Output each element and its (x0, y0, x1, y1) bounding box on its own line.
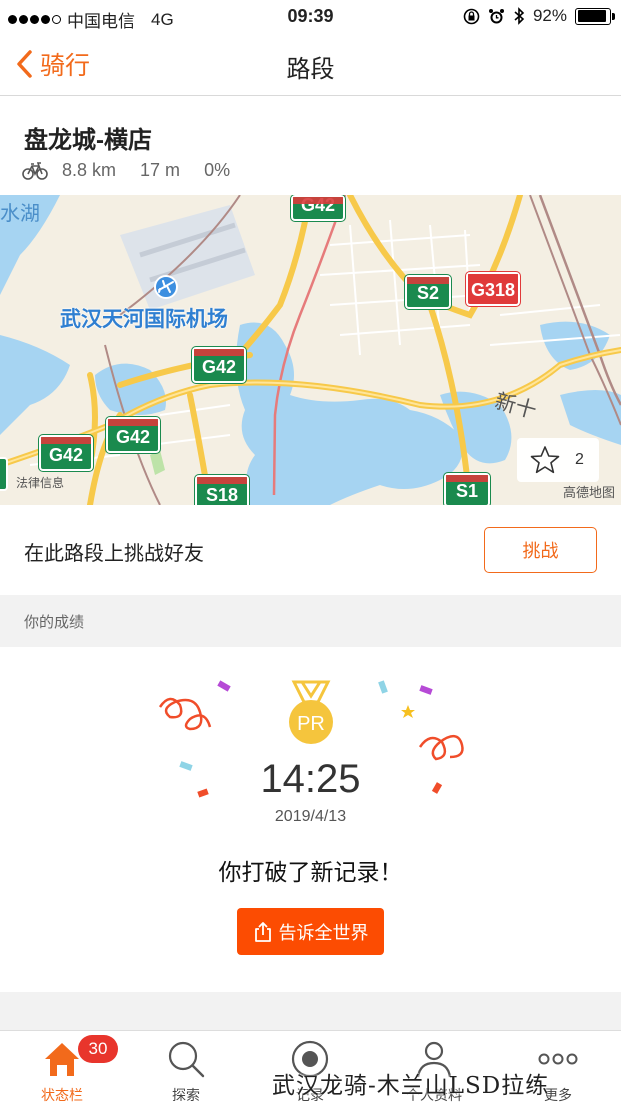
bicycle-icon (22, 161, 48, 180)
challenge-text: 在此路段上挑战好友 (24, 543, 204, 565)
road-shield: G42 (38, 434, 94, 472)
page-title: 路段 (286, 56, 335, 83)
pr-medal-icon: PR (289, 680, 333, 744)
road-shield: S2 (404, 274, 452, 310)
image-watermark: 武汉龙骑-木兰山LSD拉练 (272, 1073, 550, 1099)
road-shield-label: G318 (470, 280, 516, 300)
rotation-lock-icon (463, 8, 480, 24)
search-icon (168, 1041, 205, 1078)
home-icon (45, 1043, 79, 1076)
star-segment-button[interactable]: 2 (517, 438, 599, 482)
pr-badge-text: PR (297, 713, 325, 735)
share-button-label: 告诉全世界 (278, 922, 369, 943)
nav-bar: 骑行 路段 (0, 34, 621, 96)
pr-date: 2019/4/13 (274, 808, 347, 825)
pr-time: 14:25 (260, 757, 361, 801)
tab-label: 探索 (172, 1087, 200, 1103)
map-legal-link[interactable]: 法律信息 (16, 474, 64, 491)
tab-explore[interactable]: 探索 (124, 1031, 248, 1104)
road-shield: S18 (194, 474, 250, 505)
road-shield-label: G42 (48, 445, 84, 465)
airport-icon (154, 275, 178, 299)
road-shield-label: S18 (205, 485, 239, 505)
road-shield-label: S2 (416, 283, 440, 303)
segment-name: 盘龙城-横店 (24, 127, 152, 154)
tab-dashboard[interactable]: 30 状态栏 (0, 1031, 124, 1104)
share-icon (254, 921, 271, 942)
road-shield-label: S1 (455, 481, 479, 501)
results-section-label: 你的成绩 (24, 614, 85, 631)
road-shield: G42 (105, 416, 161, 454)
bluetooth-icon (514, 7, 525, 25)
segment-elevation: 17 m (140, 160, 181, 180)
tab-label: 状态栏 (41, 1087, 83, 1103)
alarm-icon (488, 8, 504, 23)
share-button[interactable]: 告诉全世界 (237, 908, 384, 955)
road-shield: G318 (465, 271, 521, 307)
challenge-button[interactable]: 挑战 (484, 527, 597, 573)
road-shield-label: G42 (201, 357, 237, 377)
road-shield: S1 (443, 472, 491, 505)
segment-stats: 8.8 km 17 m 0% (22, 160, 254, 181)
notification-badge: 30 (78, 1035, 118, 1063)
road-shield: G42 (191, 346, 247, 384)
status-right: 92% (463, 6, 615, 26)
segment-distance: 8.8 km (62, 160, 117, 180)
segment-map[interactable]: 水湖 武汉天河国际机场 新十 法律信息 高德地图 G42 S2 G318 G42 G42… (0, 195, 621, 505)
map-credit: 高德地图 (562, 485, 615, 500)
battery-percent: 92% (532, 6, 567, 25)
segment-grade: 0% (204, 160, 231, 180)
star-icon (530, 446, 560, 474)
pr-message: 你打破了新记录！ (218, 859, 403, 885)
road-shield-label: G42 (115, 427, 151, 447)
status-bar: 中国电信 4G 09:39 92% (0, 0, 621, 34)
map-label-lake: 水湖 (0, 203, 40, 225)
road-shield: G42 (290, 195, 346, 222)
battery-icon (575, 7, 615, 25)
map-label-airport: 武汉天河国际机场 (60, 308, 228, 331)
results-section-header: 你的成绩 (0, 595, 621, 647)
road-shield-edge (0, 457, 8, 491)
section-divider (0, 992, 621, 1030)
star-count: 2 (575, 451, 584, 468)
